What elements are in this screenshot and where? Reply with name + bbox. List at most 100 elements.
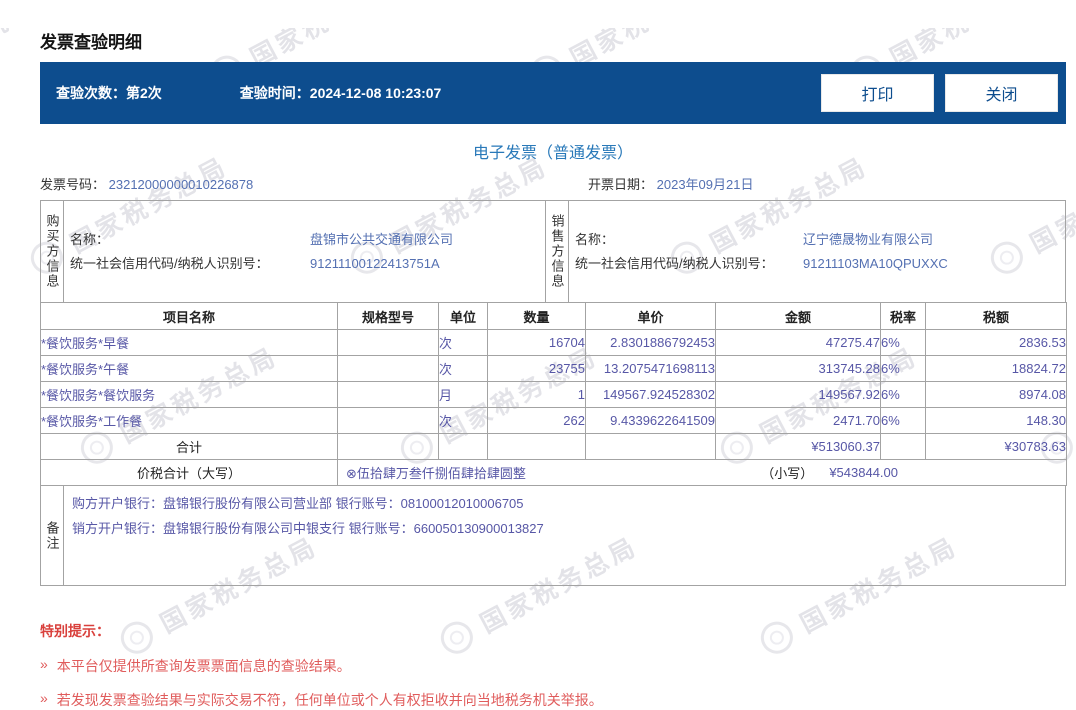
item-spec <box>337 381 439 408</box>
item-unit: 月 <box>438 381 488 408</box>
seller-fields: 名称： 辽宁德晟物业有限公司 统一社会信用代码/纳税人识别号： 91211103… <box>569 201 1065 302</box>
tip-note-text: 若发现发票查验结果与实际交易不符，任何单位或个人有权拒收并向当地税务机关举报。 <box>56 692 603 708</box>
close-button[interactable]: 关闭 <box>945 74 1058 112</box>
table-row: *餐饮服务*餐饮服务 月 1 149567.924528302 149567.9… <box>40 381 1067 408</box>
total-label: 合计 <box>40 433 338 460</box>
item-qty: 262 <box>487 407 586 434</box>
item-tax: 2836.53 <box>925 329 1067 356</box>
item-spec <box>337 407 439 434</box>
remarks-body: 购方开户银行：盘锦银行股份有限公司营业部 银行账号：08100012010006… <box>64 486 1065 585</box>
bullet-icon: » <box>40 656 48 672</box>
item-unit: 次 <box>438 407 488 434</box>
item-tax: 18824.72 <box>925 355 1067 382</box>
remarks-side-label: 备注 <box>41 486 64 585</box>
total-row: 合计 ¥513060.37 ¥30783.63 <box>40 433 1067 460</box>
col-header-tax: 税额 <box>925 302 1067 330</box>
seller-name-value: 辽宁德晟物业有限公司 <box>803 231 934 247</box>
item-price: 13.2075471698113 <box>585 355 716 382</box>
amount-in-figures: ¥543844.00 <box>829 465 898 480</box>
check-count-label: 查验次数： <box>56 85 126 101</box>
total-empty-spec <box>337 433 439 460</box>
col-header-name: 项目名称 <box>40 302 338 330</box>
tip-note-2: » 若发现发票查验结果与实际交易不符，任何单位或个人有权拒收并向当地税务机关举报… <box>40 690 1066 710</box>
invoice-meta: 发票号码： 23212000000010226878 开票日期： 2023年09… <box>40 174 1066 193</box>
item-name: *餐饮服务*早餐 <box>40 329 338 356</box>
item-tax: 148.30 <box>925 407 1067 434</box>
tip-note-1: » 本平台仅提供所查询发票票面信息的查验结果。 <box>40 656 1066 676</box>
print-button[interactable]: 打印 <box>821 74 934 112</box>
buyer-bank-line: 购方开户银行：盘锦银行股份有限公司营业部 银行账号：08100012010006… <box>72 496 524 511</box>
item-spec <box>337 329 439 356</box>
col-header-amount: 金额 <box>715 302 881 330</box>
item-amount: 2471.70 <box>715 407 881 434</box>
seller-side-label: 销售方信息 <box>546 201 570 302</box>
page-content: 发票查验明细 查验次数： 第2次 查验时间： 2024-12-08 10:23:… <box>0 28 1076 710</box>
check-time-label: 查验时间： <box>239 85 310 101</box>
seller-taxid-label: 统一社会信用代码/纳税人识别号： <box>575 255 774 271</box>
summary-cell: ⊗伍拾肆万叁仟捌佰肆拾肆圆整 （小写） ¥543844.00 <box>337 459 1067 486</box>
buyer-fields: 名称： 盘锦市公共交通有限公司 统一社会信用代码/纳税人识别号： 9121110… <box>64 201 545 302</box>
items-header-row: 项目名称 规格型号 单位 数量 单价 金额 税率 税额 <box>40 302 1067 330</box>
table-row: *餐饮服务*午餐 次 23755 13.2075471698113 313745… <box>40 355 1067 382</box>
item-qty: 16704 <box>487 329 586 356</box>
invoice-number-group: 发票号码： 23212000000010226878 <box>40 174 588 193</box>
amount-in-words: ⊗伍拾肆万叁仟捌佰肆拾肆圆整 <box>346 466 526 481</box>
total-tax: ¥30783.63 <box>925 433 1067 460</box>
total-amount: ¥513060.37 <box>715 433 881 460</box>
verification-bar: 查验次数： 第2次 查验时间： 2024-12-08 10:23:07 打印 关… <box>40 62 1066 124</box>
summary-row: 价税合计（大写） ⊗伍拾肆万叁仟捌佰肆拾肆圆整 （小写） ¥543844.00 <box>40 459 1067 486</box>
seller-section: 销售方信息 名称： 辽宁德晟物业有限公司 统一社会信用代码/纳税人识别号： 91… <box>545 201 1065 302</box>
col-header-unit: 单位 <box>438 302 488 330</box>
buyer-name-label: 名称： <box>70 231 110 247</box>
col-header-qty: 数量 <box>487 302 586 330</box>
invoice-number-label: 发票号码： <box>40 177 106 192</box>
item-qty: 1 <box>487 381 586 408</box>
item-name: *餐饮服务*餐饮服务 <box>40 381 338 408</box>
tip-note-text: 本平台仅提供所查询发票票面信息的查验结果。 <box>56 658 351 674</box>
check-count-value: 第2次 <box>126 85 162 101</box>
item-amount: 313745.28 <box>715 355 881 382</box>
item-taxrate: 6% <box>880 329 926 356</box>
buyer-name-value: 盘锦市公共交通有限公司 <box>310 231 454 247</box>
col-header-price: 单价 <box>585 302 716 330</box>
item-amount: 47275.47 <box>715 329 881 356</box>
remarks-section: 备注 购方开户银行：盘锦银行股份有限公司营业部 银行账号：08100012010… <box>40 486 1066 586</box>
buyer-side-label: 购买方信息 <box>41 201 64 302</box>
item-tax: 8974.08 <box>925 381 1067 408</box>
item-name: *餐饮服务*工作餐 <box>40 407 338 434</box>
tips-title: 特别提示： <box>40 623 110 639</box>
seller-name-label: 名称： <box>575 231 615 247</box>
item-unit: 次 <box>438 355 488 382</box>
total-empty-taxrate <box>880 433 926 460</box>
item-taxrate: 6% <box>880 355 926 382</box>
invoice-type-title: 电子发票（普通发票） <box>472 145 633 162</box>
invoice-number-value: 23212000000010226878 <box>108 177 254 192</box>
buyer-section: 购买方信息 名称： 盘锦市公共交通有限公司 统一社会信用代码/纳税人识别号： 9… <box>41 201 545 302</box>
special-tips: 特别提示： » 本平台仅提供所查询发票票面信息的查验结果。 » 若发现发票查验结… <box>40 621 1066 710</box>
item-price: 2.8301886792453 <box>585 329 716 356</box>
parties-section: 购买方信息 名称： 盘锦市公共交通有限公司 统一社会信用代码/纳税人识别号： 9… <box>40 200 1066 302</box>
invoice-date-value: 2023年09月21日 <box>656 177 754 192</box>
items-table: 项目名称 规格型号 单位 数量 单价 金额 税率 税额 *餐饮服务*早餐 次 1… <box>40 302 1067 486</box>
item-price: 149567.924528302 <box>585 381 716 408</box>
total-empty-price <box>585 433 716 460</box>
col-header-taxrate: 税率 <box>880 302 926 330</box>
item-name: *餐饮服务*午餐 <box>40 355 338 382</box>
bullet-icon: » <box>40 690 48 706</box>
col-header-spec: 规格型号 <box>337 302 439 330</box>
item-spec <box>337 355 439 382</box>
invoice-date-group: 开票日期： 2023年09月21日 <box>588 174 753 193</box>
buyer-taxid-label: 统一社会信用代码/纳税人识别号： <box>70 255 269 271</box>
check-time-value: 2024-12-08 10:23:07 <box>309 85 442 101</box>
item-price: 9.4339622641509 <box>585 407 716 434</box>
amount-small-label: （小写） <box>761 466 814 481</box>
item-amount: 149567.92 <box>715 381 881 408</box>
item-taxrate: 6% <box>880 381 926 408</box>
item-qty: 23755 <box>487 355 586 382</box>
summary-label: 价税合计（大写） <box>40 459 338 486</box>
item-taxrate: 6% <box>880 407 926 434</box>
page-title: 发票查验明细 <box>40 33 142 52</box>
table-row: *餐饮服务*工作餐 次 262 9.4339622641509 2471.70 … <box>40 407 1067 434</box>
total-empty-unit <box>438 433 488 460</box>
invoice-date-label: 开票日期： <box>588 177 654 192</box>
